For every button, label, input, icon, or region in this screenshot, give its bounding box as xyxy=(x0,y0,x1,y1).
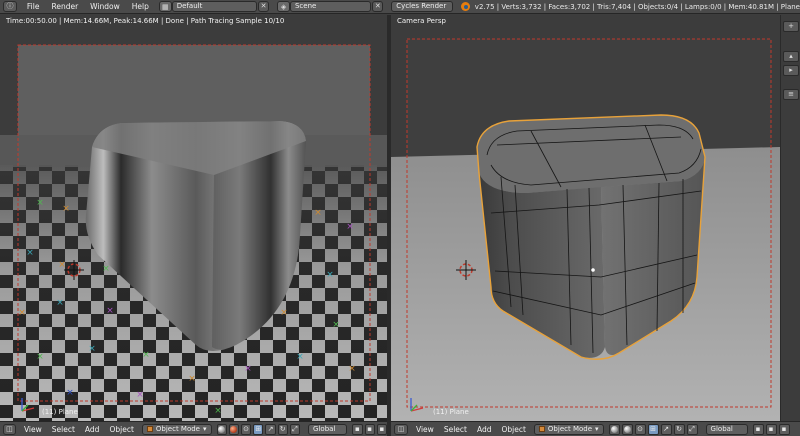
render-engine-value: Cycles Render xyxy=(396,2,447,10)
layer-buttons-icon[interactable]: ▪ xyxy=(765,423,777,435)
mode-value: Object Mode xyxy=(155,424,200,433)
menu-select[interactable]: Select xyxy=(444,425,467,434)
right-viewport-header: ◫ View Select Add Object Object Mode ▾ ⊙… xyxy=(391,421,800,436)
svg-text:×: × xyxy=(102,264,110,274)
close-scene-icon[interactable]: ✕ xyxy=(372,1,384,12)
translate-manipulator-icon[interactable]: ↗ xyxy=(265,423,276,435)
close-screen-layout-icon[interactable]: ✕ xyxy=(258,1,270,12)
expand-panel-icon[interactable]: + xyxy=(783,21,799,32)
chevron-down-icon: ▾ xyxy=(595,424,599,433)
scene-stats: v2.75 | Verts:3,732 | Faces:3,702 | Tris… xyxy=(474,2,800,11)
render-engine-dropdown[interactable]: Cycles Render xyxy=(391,1,453,12)
mode-dropdown[interactable]: Object Mode ▾ xyxy=(141,423,212,435)
svg-text:×: × xyxy=(280,308,288,318)
svg-text:×: × xyxy=(346,222,354,232)
menu-object[interactable]: Object xyxy=(109,425,133,434)
material-shading-icon[interactable] xyxy=(228,423,239,435)
screen-layout-icon[interactable]: ▦ xyxy=(158,1,172,12)
svg-text:×: × xyxy=(58,260,66,270)
svg-text:×: × xyxy=(56,298,64,308)
object-mode-icon xyxy=(538,426,545,432)
manipulator-toggle-icon[interactable]: ⊞ xyxy=(647,423,659,435)
layer-buttons-icon[interactable]: ▪ xyxy=(352,423,363,435)
svg-text:×: × xyxy=(136,390,144,400)
scene-value: Scene xyxy=(294,2,317,10)
menu-view[interactable]: View xyxy=(416,425,434,434)
screen-layout-value: Default xyxy=(176,2,203,10)
manipulator-toggle-icon[interactable]: ⊞ xyxy=(253,423,264,435)
pivot-point-icon[interactable]: ⊙ xyxy=(240,423,252,435)
svg-text:×: × xyxy=(36,352,44,362)
menu-select[interactable]: Select xyxy=(52,425,75,434)
screen-layout-dropdown[interactable]: Default xyxy=(171,1,258,12)
left-viewport-header: ◫ View Select Add Object Object Mode ▾ ⊙… xyxy=(0,421,387,436)
editor-type-icon[interactable]: ⓘ xyxy=(3,1,17,12)
rotate-manipulator-icon[interactable]: ↻ xyxy=(277,423,288,435)
right-solid-canvas xyxy=(391,15,780,421)
rotate-manipulator-icon[interactable]: ↻ xyxy=(673,423,685,435)
menu-view[interactable]: View xyxy=(24,425,42,434)
material-shading-icon[interactable] xyxy=(621,423,633,435)
menu-file[interactable]: File xyxy=(27,2,40,11)
orientation-value: Global xyxy=(313,424,336,433)
mode-value: Object Mode xyxy=(547,424,593,433)
chevron-down-icon: ▾ xyxy=(203,424,207,433)
object-mode-icon xyxy=(146,426,153,432)
mode-dropdown[interactable]: Object Mode ▾ xyxy=(533,423,604,435)
svg-text:×: × xyxy=(106,306,114,316)
scene-icon[interactable]: ◈ xyxy=(277,1,290,12)
svg-text:×: × xyxy=(326,270,334,280)
properties-strip: + ▴ ▸ ≡ xyxy=(780,15,800,421)
svg-text:×: × xyxy=(36,198,44,208)
menu-add[interactable]: Add xyxy=(85,425,100,434)
svg-text:×: × xyxy=(296,352,304,362)
panel-tab-icon[interactable]: ≡ xyxy=(783,89,799,100)
menu-add[interactable]: Add xyxy=(477,425,492,434)
svg-text:×: × xyxy=(348,364,356,374)
svg-text:×: × xyxy=(26,248,34,258)
scale-manipulator-icon[interactable]: ⤢ xyxy=(289,423,301,435)
editor-type-3dview-icon[interactable]: ◫ xyxy=(3,423,16,435)
svg-text:×: × xyxy=(66,388,74,398)
toolbar-toggle-icon[interactable]: ▸ xyxy=(783,65,799,76)
svg-text:×: × xyxy=(18,308,26,318)
svg-text:×: × xyxy=(314,208,322,218)
svg-text:×: × xyxy=(142,350,150,360)
menu-help[interactable]: Help xyxy=(132,2,149,11)
layer-buttons-icon[interactable]: ▪ xyxy=(752,423,764,435)
viewport-shading-icon[interactable] xyxy=(216,423,227,435)
left-render-canvas: ××× ××× ××× ××× ××× ××× ××× ××× ××× ××× xyxy=(0,15,387,421)
scroll-up-icon[interactable]: ▴ xyxy=(783,51,799,62)
layer-buttons-icon[interactable]: ▪ xyxy=(376,423,387,435)
svg-text:×: × xyxy=(332,320,340,330)
svg-text:×: × xyxy=(188,374,196,384)
active-object-label: (11) Plane xyxy=(433,408,469,416)
view-name-label: Camera Persp xyxy=(397,17,446,25)
active-object-label: (11) Plane xyxy=(42,408,78,416)
right-viewport[interactable]: Camera Persp (11) Plane xyxy=(391,15,780,421)
layer-buttons-icon[interactable]: ▪ xyxy=(364,423,375,435)
menu-object[interactable]: Object xyxy=(501,425,525,434)
left-viewport[interactable]: ××× ××× ××× ××× ××× ××× ××× ××× ××× ××× xyxy=(0,15,387,421)
render-status-text: Time:00:50.00 | Mem:14.66M, Peak:14.66M … xyxy=(6,17,285,25)
layer-buttons-icon[interactable]: ▪ xyxy=(778,423,790,435)
viewport-shading-icon[interactable] xyxy=(608,423,620,435)
translate-manipulator-icon[interactable]: ↗ xyxy=(660,423,672,435)
scene-dropdown[interactable]: Scene xyxy=(289,1,372,12)
menu-render[interactable]: Render xyxy=(51,2,78,11)
orientation-value: Global xyxy=(710,424,733,433)
svg-text:×: × xyxy=(214,406,222,416)
info-header: ⓘ File Render Window Help ▦ Default ✕ ◈ … xyxy=(0,0,800,14)
pivot-point-icon[interactable]: ⊙ xyxy=(634,423,646,435)
editor-type-3dview-icon[interactable]: ◫ xyxy=(394,423,408,435)
svg-text:×: × xyxy=(244,364,252,374)
menu-window[interactable]: Window xyxy=(90,2,120,11)
blender-logo-icon xyxy=(460,2,470,11)
orientation-dropdown[interactable]: Global xyxy=(308,423,348,435)
orientation-dropdown[interactable]: Global xyxy=(705,423,748,435)
svg-text:×: × xyxy=(88,344,96,354)
scale-manipulator-icon[interactable]: ⤢ xyxy=(686,423,698,435)
svg-text:×: × xyxy=(62,204,70,214)
